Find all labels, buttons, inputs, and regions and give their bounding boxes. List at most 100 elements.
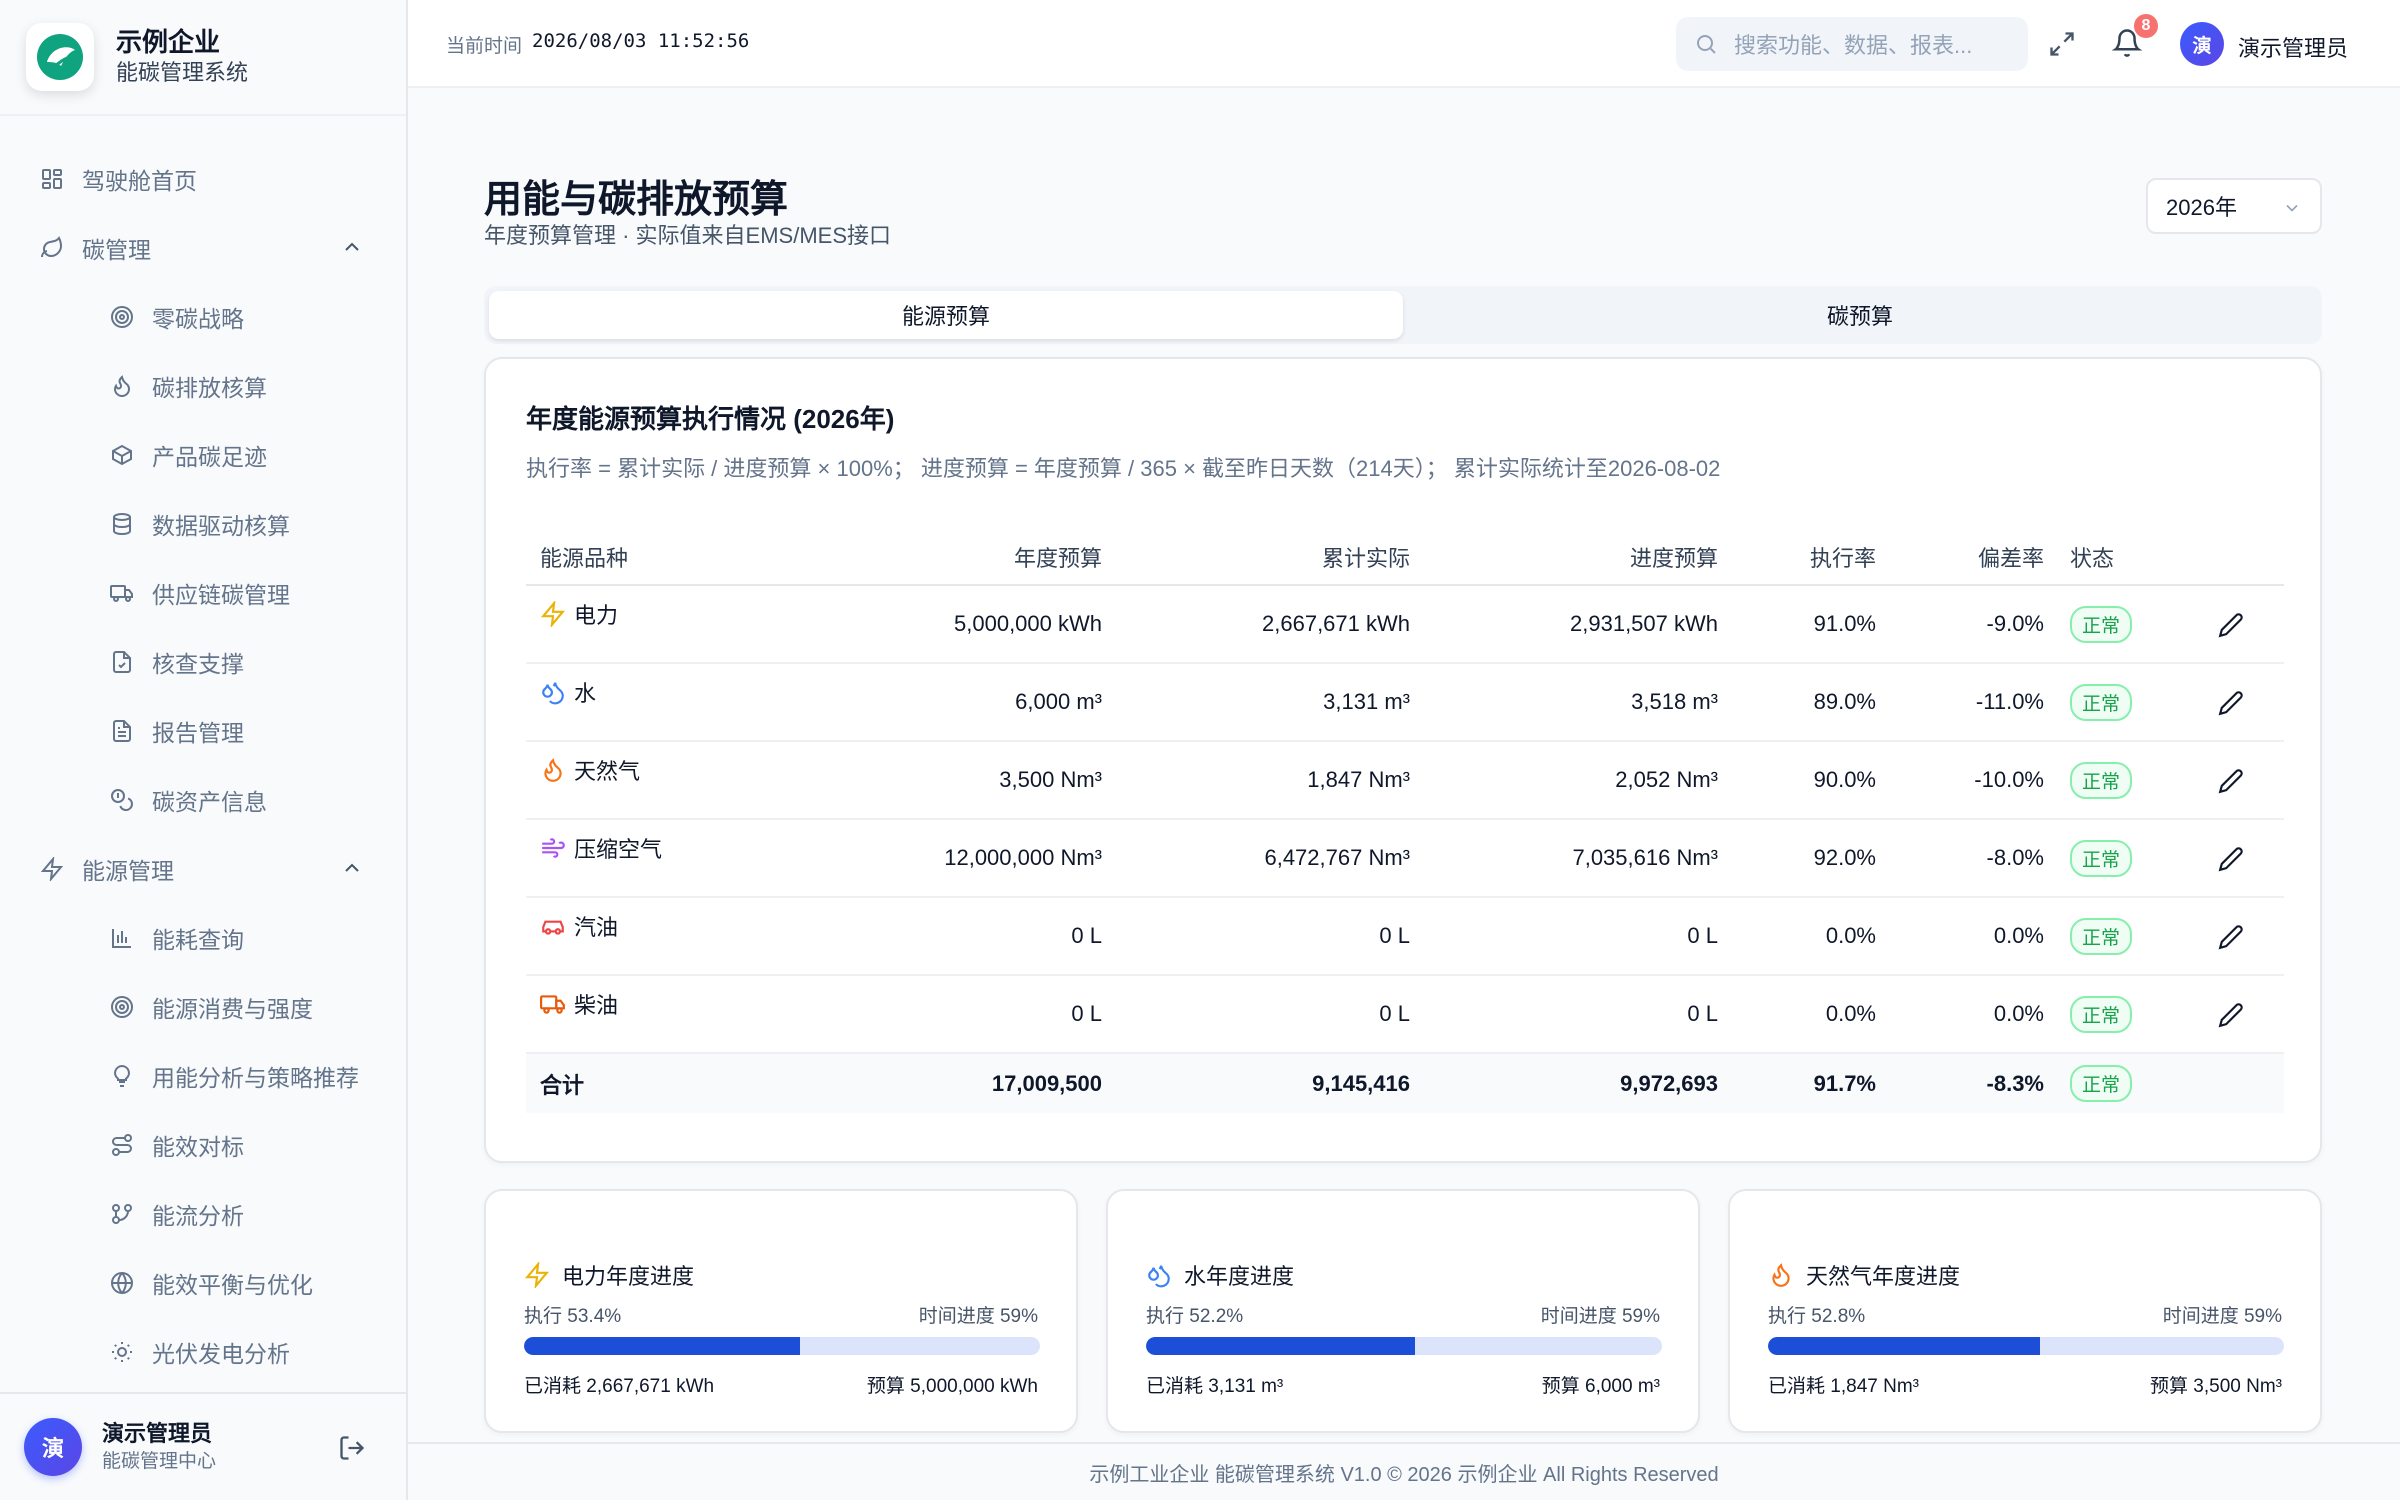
progress-fill xyxy=(1146,1337,1416,1355)
user-menu[interactable]: 演示管理员 xyxy=(2238,31,2348,63)
sidebar-item-verification[interactable]: 核查支撑 xyxy=(0,627,406,696)
cell-deviation: -9.0% xyxy=(1876,585,2044,664)
cell-progress: 7,035,616 Nm³ xyxy=(1410,819,1718,898)
progress-fill xyxy=(1768,1337,2041,1355)
col-deviation: 偏差率 xyxy=(1876,529,2044,586)
sidebar-item-zero-carbon[interactable]: 零碳战略 xyxy=(0,282,406,351)
sidebar-item-carbon-assets[interactable]: 碳资产信息 xyxy=(0,765,406,834)
sidebar-item-balance-optimize[interactable]: 能效平衡与优化 xyxy=(0,1248,406,1317)
brand-name: 示例企业 xyxy=(116,27,221,57)
sidebar-item-reports[interactable]: 报告管理 xyxy=(0,696,406,765)
table-total-row: 合计 17,009,500 9,145,416 9,972,693 91.7% … xyxy=(526,1053,2284,1113)
cell-deviation: 0.0% xyxy=(1876,975,2044,1054)
user-role: 能碳管理中心 xyxy=(102,1451,217,1472)
sidebar-item-product-footprint[interactable]: 产品碳足迹 xyxy=(0,420,406,489)
sidebar-item-label: 用能分析与策略推荐 xyxy=(152,1064,359,1091)
cell-rate: 90.0% xyxy=(1718,741,1876,820)
search-box[interactable]: 搜索功能、数据、报表... xyxy=(1676,17,2028,71)
sidebar-item-energy-query[interactable]: 能耗查询 xyxy=(0,903,406,972)
progress-card-title: 水年度进度 xyxy=(1184,1264,1295,1289)
lightning-icon xyxy=(540,600,566,627)
energy-name: 压缩空气 xyxy=(574,836,663,862)
lightning-icon xyxy=(524,1262,550,1288)
leaf-icon xyxy=(38,234,66,262)
sidebar-group-energy[interactable]: 能源管理 xyxy=(0,834,406,903)
consumed-value: 已消耗 1,847 Nm³ xyxy=(1768,1376,1919,1397)
file-check-icon xyxy=(108,648,136,676)
consumed-value: 已消耗 2,667,671 kWh xyxy=(524,1376,715,1397)
fullscreen-icon[interactable] xyxy=(2048,30,2076,58)
edit-icon[interactable] xyxy=(2218,612,2244,638)
edit-icon[interactable] xyxy=(2218,690,2244,716)
sidebar: 示例企业 能碳管理系统 驾驶舱首页 碳管理 零碳战略 碳排放核算 产品碳足迹 数… xyxy=(0,0,408,1500)
search-icon xyxy=(1697,35,1716,54)
energy-name: 汽油 xyxy=(574,914,619,940)
cell-actual: 0 L xyxy=(1102,975,1410,1054)
sidebar-item-label: 能效平衡与优化 xyxy=(152,1271,313,1298)
avatar[interactable]: 演 xyxy=(24,1418,82,1476)
flame-icon xyxy=(1768,1262,1794,1288)
total-label: 合计 xyxy=(526,1053,766,1113)
budget-value: 预算 3,500 Nm³ xyxy=(2150,1376,2282,1397)
edit-icon[interactable] xyxy=(2218,768,2244,794)
current-time: 2026/08/03 11:52:56 xyxy=(532,30,750,52)
cell-rate: 89.0% xyxy=(1718,663,1876,742)
database-icon xyxy=(108,510,136,538)
cell-progress: 2,931,507 kWh xyxy=(1410,585,1718,664)
progress-bar xyxy=(524,1337,1040,1355)
tab-carbon-budget[interactable]: 碳预算 xyxy=(1403,291,2317,339)
chevron-up-icon[interactable] xyxy=(340,856,364,880)
cell-deviation: -8.0% xyxy=(1876,819,2044,898)
edit-icon[interactable] xyxy=(2218,846,2244,872)
status-badge: 正常 xyxy=(2070,605,2133,643)
topbar: 当前时间 2026/08/03 11:52:56 搜索功能、数据、报表... 8… xyxy=(408,0,2400,88)
brand-logo xyxy=(26,23,94,91)
status-badge: 正常 xyxy=(2070,995,2133,1033)
cell-rate: 91.7% xyxy=(1718,1053,1876,1113)
progress-card-electricity: 电力年度进度 执行 53.4% 时间进度 59% 已消耗 2,667,671 k… xyxy=(484,1189,1078,1433)
sidebar-item-energy-flow[interactable]: 能流分析 xyxy=(0,1179,406,1248)
energy-name: 水 xyxy=(574,680,597,706)
edit-icon[interactable] xyxy=(2218,924,2244,950)
page-title: 用能与碳排放预算 xyxy=(484,179,789,221)
sidebar-item-benchmark[interactable]: 能效对标 xyxy=(0,1110,406,1179)
edit-icon[interactable] xyxy=(2218,1002,2244,1028)
status-badge: 正常 xyxy=(2070,761,2133,799)
sidebar-item-label: 报告管理 xyxy=(152,719,244,746)
sidebar-item-supply-chain[interactable]: 供应链碳管理 xyxy=(0,558,406,627)
sidebar-item-usage-analysis[interactable]: 用能分析与策略推荐 xyxy=(0,1041,406,1110)
package-icon xyxy=(108,441,136,469)
wind-icon xyxy=(540,835,566,861)
exec-rate: 执行 52.2% xyxy=(1146,1306,1244,1327)
cell-budget: 6,000 m³ xyxy=(766,663,1102,742)
sidebar-item-home[interactable]: 驾驶舱首页 xyxy=(0,144,406,213)
chevron-down-icon xyxy=(2286,204,2298,212)
tab-energy-budget[interactable]: 能源预算 xyxy=(489,291,1403,339)
chevron-up-icon[interactable] xyxy=(340,235,364,259)
col-status: 状态 xyxy=(2044,529,2154,586)
cell-budget: 3,500 Nm³ xyxy=(766,741,1102,820)
sidebar-item-pv-analysis[interactable]: 光伏发电分析 xyxy=(0,1317,406,1386)
lightning-icon xyxy=(38,855,66,883)
sidebar-item-data-driven[interactable]: 数据驱动核算 xyxy=(0,489,406,558)
time-progress: 时间进度 59% xyxy=(918,1306,1038,1327)
droplets-icon xyxy=(540,679,566,705)
logout-icon[interactable] xyxy=(338,1434,366,1462)
sidebar-group-carbon[interactable]: 碳管理 xyxy=(0,213,406,282)
status-badge: 正常 xyxy=(2070,683,2133,721)
cell-deviation: -11.0% xyxy=(1876,663,2044,742)
search-input[interactable]: 搜索功能、数据、报表... xyxy=(1734,28,1972,60)
exec-rate: 执行 53.4% xyxy=(524,1306,622,1327)
energy-name: 天然气 xyxy=(574,758,641,784)
truck-icon xyxy=(540,991,566,1017)
consumed-value: 已消耗 3,131 m³ xyxy=(1146,1376,1284,1397)
sidebar-item-consumption-intensity[interactable]: 能源消费与强度 xyxy=(0,972,406,1041)
sidebar-item-emission-accounting[interactable]: 碳排放核算 xyxy=(0,351,406,420)
year-select[interactable]: 2026年 xyxy=(2146,178,2322,234)
brand: 示例企业 能碳管理系统 xyxy=(0,0,406,116)
status-badge: 正常 xyxy=(2070,917,2133,955)
cell-rate: 0.0% xyxy=(1718,897,1876,976)
brand-subtitle: 能碳管理系统 xyxy=(116,60,249,85)
col-edit xyxy=(2154,529,2284,586)
avatar[interactable]: 演 xyxy=(2180,22,2224,66)
